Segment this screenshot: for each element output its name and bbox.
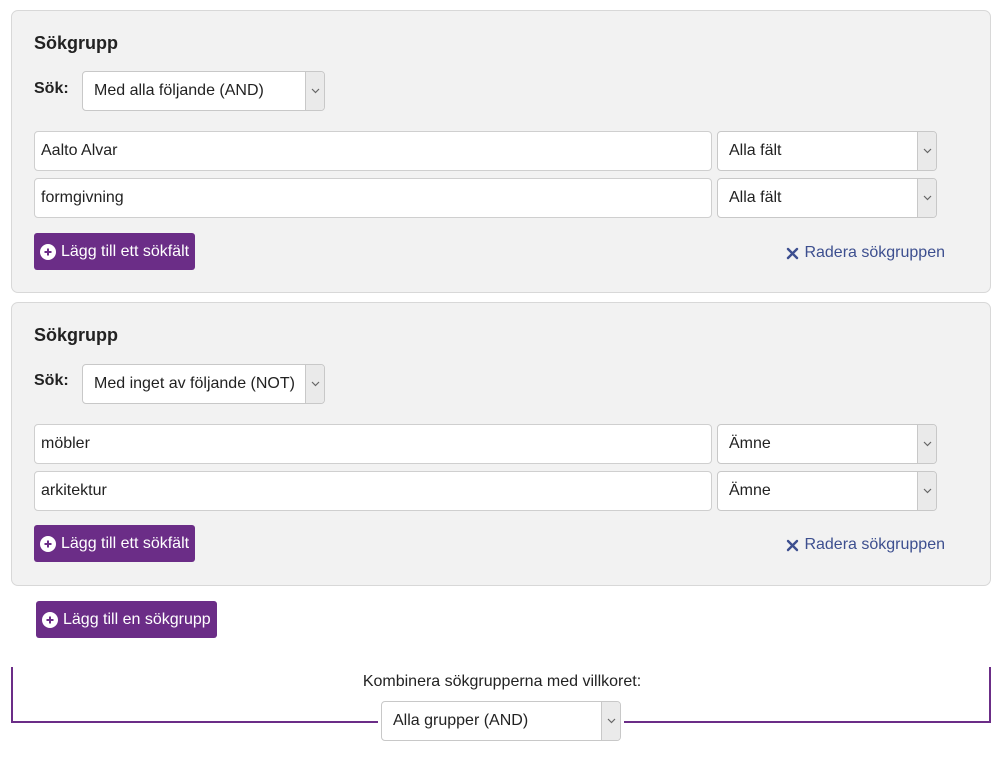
field-type-select[interactable]: Alla fält <box>717 131 937 171</box>
search-term-value: möbler <box>41 435 90 452</box>
chevron-down-icon <box>917 472 936 510</box>
close-x-icon <box>786 247 799 260</box>
add-search-field-button[interactable]: Lägg till ett sökfält <box>34 525 196 562</box>
add-search-field-label: Lägg till ett sökfält <box>61 534 190 552</box>
search-group-1: Sökgrupp Sök: Med alla följande (AND) Aa… <box>11 10 991 293</box>
field-type-value: Alla fält <box>729 189 782 206</box>
search-group-2: Sökgrupp Sök: Med inget av följande (NOT… <box>11 302 991 586</box>
search-term-input[interactable]: arkitektur <box>34 471 712 511</box>
group-title: Sökgrupp <box>34 325 118 345</box>
chevron-down-icon <box>305 72 324 110</box>
add-search-field-button[interactable]: Lägg till ett sökfält <box>34 233 196 270</box>
delete-group-link[interactable]: Radera sökgruppen <box>786 536 945 554</box>
add-search-group-label: Lägg till en sökgrupp <box>63 610 211 628</box>
chevron-down-icon <box>305 365 324 403</box>
add-search-field-label: Lägg till ett sökfält <box>61 242 190 260</box>
search-term-input[interactable]: möbler <box>34 424 712 464</box>
search-term-value: arkitektur <box>41 482 107 499</box>
chevron-down-icon <box>917 179 936 217</box>
search-term-value: Aalto Alvar <box>41 142 118 159</box>
chevron-down-icon <box>917 425 936 463</box>
group-title: Sökgrupp <box>34 33 118 53</box>
close-x-icon <box>786 539 799 552</box>
plus-circle-icon <box>40 243 56 260</box>
delete-group-label: Radera sökgruppen <box>804 536 945 553</box>
search-term-value: formgivning <box>41 189 124 206</box>
plus-circle-icon <box>42 611 58 628</box>
field-type-select[interactable]: Alla fält <box>717 178 937 218</box>
group-operator-value: Med alla följande (AND) <box>94 82 264 99</box>
group-operator-select[interactable]: Med inget av följande (NOT) <box>82 364 325 404</box>
sok-label: Sök: <box>34 372 69 389</box>
chevron-down-icon <box>601 702 620 740</box>
field-type-value: Alla fält <box>729 142 782 159</box>
field-type-select[interactable]: Ämne <box>717 424 937 464</box>
combine-operator-select[interactable]: Alla grupper (AND) <box>381 701 621 741</box>
field-type-value: Ämne <box>729 482 771 499</box>
search-term-input[interactable]: Aalto Alvar <box>34 131 712 171</box>
add-search-group-button[interactable]: Lägg till en sökgrupp <box>36 601 217 638</box>
plus-circle-icon <box>40 535 56 552</box>
group-operator-select[interactable]: Med alla följande (AND) <box>82 71 325 111</box>
group-operator-value: Med inget av följande (NOT) <box>94 375 295 392</box>
search-term-input[interactable]: formgivning <box>34 178 712 218</box>
chevron-down-icon <box>917 132 936 170</box>
combine-operator-value: Alla grupper (AND) <box>393 712 529 729</box>
field-type-select[interactable]: Ämne <box>717 471 937 511</box>
delete-group-link[interactable]: Radera sökgruppen <box>786 244 945 262</box>
field-type-value: Ämne <box>729 435 771 452</box>
sok-label: Sök: <box>34 80 69 97</box>
combine-label: Kombinera sökgrupperna med villkoret: <box>362 673 642 690</box>
delete-group-label: Radera sökgruppen <box>804 244 945 261</box>
